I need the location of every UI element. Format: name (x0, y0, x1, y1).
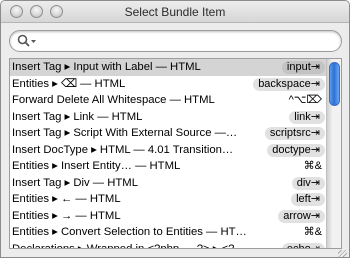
search-field[interactable] (9, 30, 342, 52)
list-item[interactable]: Forward Delete All Whitespace — HTML ^⌥⌦ (10, 92, 328, 109)
window-footer (1, 249, 349, 257)
item-name: Forward Delete All Whitespace — HTML (12, 94, 215, 106)
list-item[interactable]: Insert DocType ▸ HTML — 4.01 Transition…… (10, 142, 328, 159)
list-item[interactable]: Entities ▸ Insert Entity… — HTML ⌘& (10, 158, 328, 175)
list-item[interactable]: Declarations ▸ Wrapped in <?php … ?> ▸ <… (10, 241, 328, 249)
list-item[interactable]: Insert Tag ▸ Input with Label — HTML inpu… (10, 59, 328, 76)
item-name: Insert Tag ▸ Input with Label — HTML (12, 61, 201, 73)
item-name: Entities ▸ ← — HTML (12, 193, 121, 205)
vertical-scrollbar[interactable] (326, 59, 341, 248)
list-item[interactable]: Entities ▸ Convert Selection to Entities… (10, 224, 328, 241)
tab-trigger-badge: input⇥ (281, 61, 325, 74)
item-name: Insert DocType ▸ HTML — 4.01 Transition… (12, 143, 234, 156)
tab-trigger-badge: scriptsrc⇥ (264, 127, 325, 140)
item-name: Declarations ▸ Wrapped in <?php … ?> ▸ <… (12, 242, 250, 249)
item-name: Entities ▸ Insert Entity… — HTML (12, 160, 181, 172)
scroll-thumb[interactable] (329, 62, 340, 106)
list-item[interactable]: Insert Tag ▸ Script With External Source… (10, 125, 328, 142)
key-equivalent: ^⌥⌦ (288, 94, 322, 106)
list-item[interactable]: Entities ▸ ← — HTML left⇥ (10, 191, 328, 208)
bundle-window: Select Bundle Item Insert Tag ▸ Input wi… (0, 0, 350, 258)
item-name: Insert Tag ▸ Div — HTML (12, 176, 138, 189)
tab-trigger-badge: div⇥ (291, 176, 325, 190)
item-name: Insert Tag ▸ Link — HTML (12, 110, 143, 123)
list-item[interactable]: Insert Tag ▸ Div — HTML div⇥ (10, 175, 328, 192)
bundle-item-list[interactable]: Insert Tag ▸ Input with Label — HTML inpu… (9, 58, 342, 249)
tab-trigger-badge: left⇥ (291, 193, 325, 206)
item-name: Entities ▸ Convert Selection to Entities… (12, 226, 250, 238)
tab-trigger-badge: backspace⇥ (253, 77, 325, 91)
tab-trigger-badge: doctype⇥ (267, 143, 325, 157)
item-name: Insert Tag ▸ Script With External Source… (12, 127, 238, 139)
title-bar[interactable]: Select Bundle Item (1, 1, 349, 23)
item-name: Entities ▸ → — HTML (12, 209, 121, 222)
window-title: Select Bundle Item (124, 5, 226, 19)
list-item[interactable]: Entities ▸ → — HTML arrow⇥ (10, 208, 328, 225)
list-item[interactable]: Insert Tag ▸ Link — HTML link⇥ (10, 109, 328, 126)
key-equivalent: ⌘& (303, 226, 322, 238)
search-icon[interactable] (17, 34, 37, 48)
item-name: Entities ▸ ⌫ — HTML (12, 77, 126, 90)
resize-grip-icon[interactable] (338, 250, 347, 257)
key-equivalent: ⌘& (303, 160, 322, 172)
tab-trigger-badge: link⇥ (289, 110, 325, 124)
list-item[interactable]: Entities ▸ ⌫ — HTML backspace⇥ (10, 76, 328, 93)
search-input[interactable] (40, 33, 330, 49)
tab-trigger-badge: arrow⇥ (278, 209, 325, 223)
